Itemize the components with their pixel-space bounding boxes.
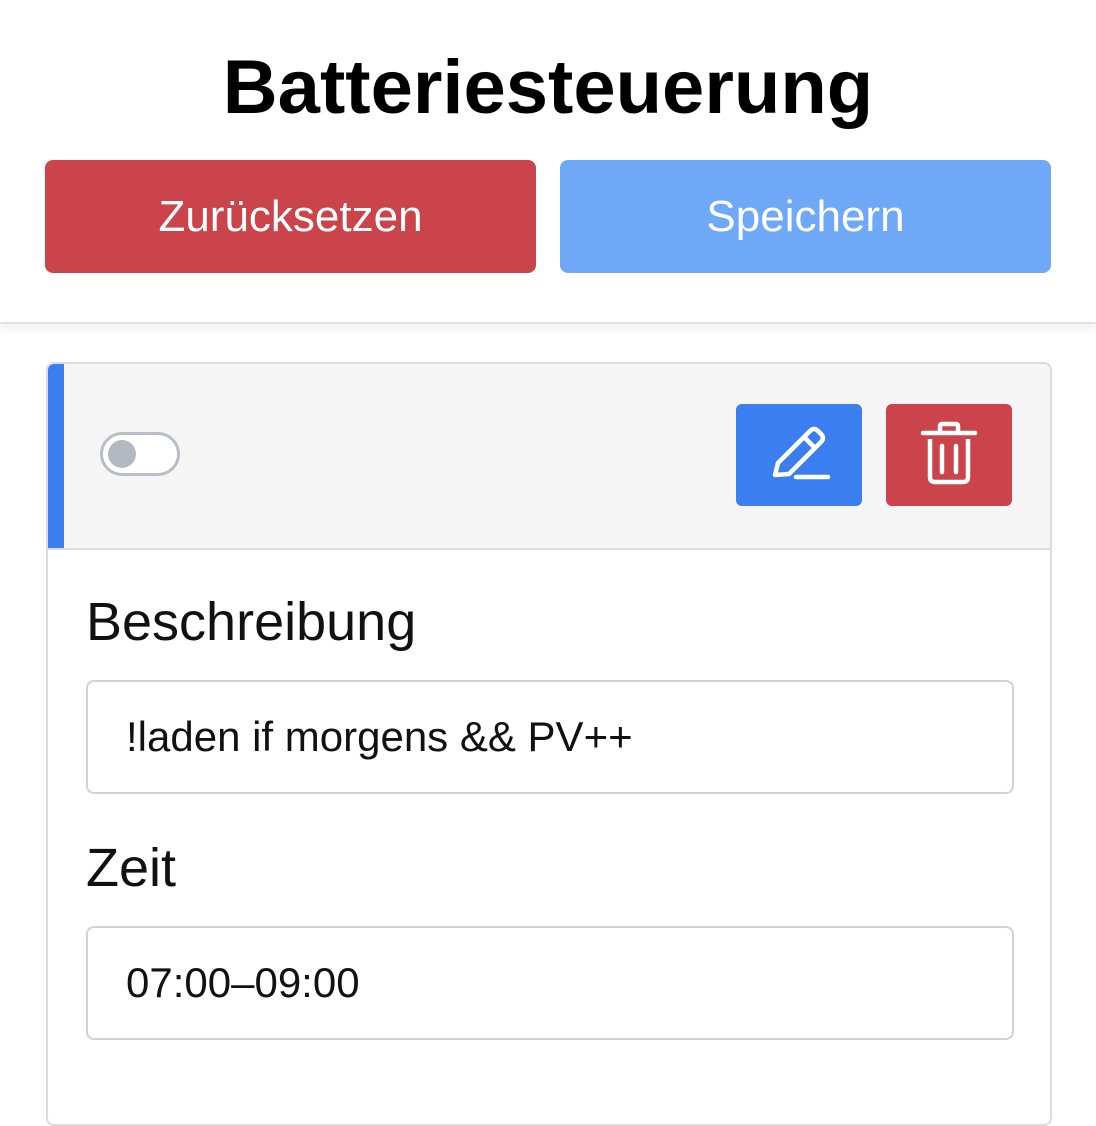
- description-label: Beschreibung: [86, 592, 417, 652]
- time-input[interactable]: [86, 926, 1014, 1040]
- page-header: Batteriesteuerung Zurücksetzen Speichern: [0, 0, 1096, 324]
- page-title: Batteriesteuerung: [222, 45, 874, 130]
- delete-button[interactable]: [886, 404, 1012, 506]
- description-input[interactable]: [86, 680, 1014, 794]
- reset-button[interactable]: Zurücksetzen: [45, 160, 536, 273]
- save-button[interactable]: Speichern: [560, 160, 1051, 273]
- rule-card-header: [48, 364, 1050, 550]
- rule-enabled-toggle[interactable]: [100, 432, 180, 476]
- rule-card: Beschreibung Zeit: [46, 362, 1052, 1126]
- time-label: Zeit: [86, 838, 177, 898]
- trash-icon: [919, 421, 979, 490]
- edit-button[interactable]: [736, 404, 862, 506]
- rule-accent-bar: [48, 364, 64, 548]
- pencil-icon: [766, 421, 832, 490]
- toggle-knob: [108, 440, 136, 468]
